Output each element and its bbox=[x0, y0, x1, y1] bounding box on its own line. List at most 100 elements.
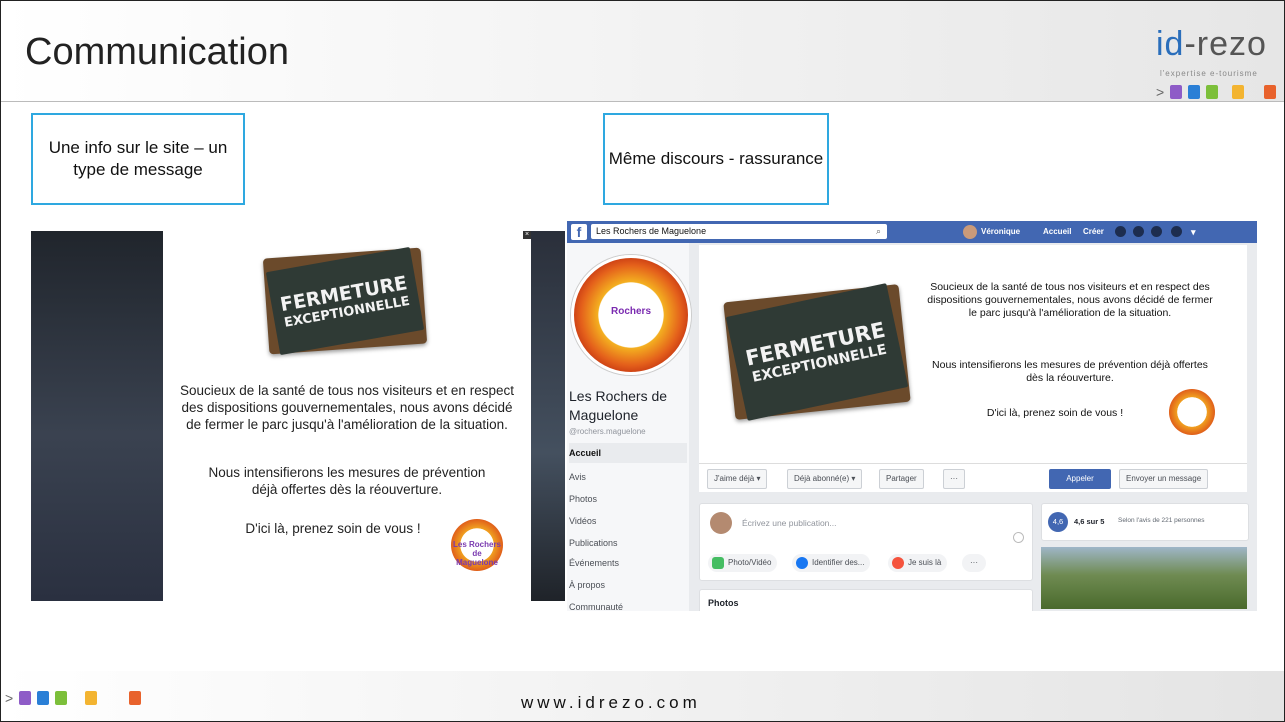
sidebar-item-a-propos[interactable]: À propos bbox=[569, 575, 687, 595]
badge-text: Les Rochers de Maguelone bbox=[452, 539, 502, 567]
cover-closing: D'ici là, prenez soin de vous ! bbox=[986, 407, 1124, 419]
slide-title: Communication bbox=[25, 31, 289, 73]
nav-create[interactable]: Créer bbox=[1083, 221, 1104, 243]
callout-right: Même discours - rassurance bbox=[603, 113, 829, 205]
check-in-label: Je suis là bbox=[908, 558, 942, 567]
cover-chalkboard-surface: FERMETURE EXCEPTIONNELLE bbox=[725, 283, 909, 421]
square-purple-icon bbox=[1170, 85, 1183, 99]
profile-badge-text: Rochers bbox=[610, 306, 651, 317]
chevron-down-icon[interactable]: ▾ bbox=[1191, 221, 1196, 243]
logo-brand-b: -rezo bbox=[1184, 25, 1267, 63]
website-background-right bbox=[531, 231, 565, 601]
share-button[interactable]: Partager bbox=[879, 469, 924, 489]
check-in-button[interactable]: Je suis là bbox=[888, 554, 948, 572]
tag-people-label: Identifier des... bbox=[812, 558, 865, 567]
rating-card[interactable]: 4,6 4,6 sur 5 Selon l'avis de 221 person… bbox=[1041, 503, 1249, 541]
cover-photo[interactable]: FERMETURE EXCEPTIONNELLE Soucieux de la … bbox=[699, 245, 1247, 463]
like-button[interactable]: J'aime déjà ▾ bbox=[707, 469, 768, 489]
idrezo-logo: id-rezo l'expertise e-tourisme > bbox=[1156, 25, 1284, 105]
sidebar-item-publications[interactable]: Publications bbox=[569, 533, 687, 553]
logo-squares: > bbox=[1156, 84, 1277, 100]
follow-button[interactable]: Déjà abonné(e) ▾ bbox=[787, 469, 863, 489]
send-message-button[interactable]: Envoyer un message bbox=[1119, 469, 1209, 489]
sidebar-item-photos[interactable]: Photos bbox=[569, 489, 687, 509]
composer-card: Écrivez une publication... Photo/Vidéo I… bbox=[699, 503, 1033, 581]
search-icon[interactable]: ⌕ bbox=[876, 224, 881, 239]
facebook-top-bar: f Les Rochers de Maguelone ⌕ Véronique A… bbox=[567, 221, 1257, 243]
help-icon[interactable] bbox=[1171, 226, 1182, 237]
square-green-icon bbox=[55, 691, 68, 705]
website-background-left bbox=[31, 231, 163, 601]
tag-people-icon bbox=[796, 557, 808, 569]
footer-url[interactable]: www.idrezo.com bbox=[521, 693, 701, 713]
logo-wordmark: id-rezo bbox=[1156, 25, 1267, 64]
footer-squares: > bbox=[5, 690, 142, 706]
photo-video-button[interactable]: Photo/Vidéo bbox=[708, 554, 778, 572]
composer-more-button[interactable]: ··· bbox=[962, 554, 986, 572]
page-handle[interactable]: @rochers.maguelone bbox=[569, 427, 646, 436]
rating-score-badge: 4,6 bbox=[1048, 512, 1068, 532]
closure-popup: × FERMETURE EXCEPTIONNELLE Soucieux de l… bbox=[163, 231, 531, 601]
more-actions-button[interactable]: ··· bbox=[943, 469, 965, 489]
search-value: Les Rochers de Maguelone bbox=[596, 226, 707, 236]
page-name[interactable]: Les Rochers de Maguelone bbox=[569, 387, 689, 425]
tag-people-button[interactable]: Identifier des... bbox=[792, 554, 871, 572]
landscape-photo[interactable] bbox=[1041, 547, 1247, 609]
square-green-icon bbox=[1206, 85, 1219, 99]
sidebar-item-avis[interactable]: Avis bbox=[569, 467, 687, 487]
popup-paragraph-2: Nous intensifierons les mesures de préve… bbox=[208, 465, 486, 497]
cover-chalkboard-image: FERMETURE EXCEPTIONNELLE bbox=[723, 283, 911, 421]
photo-video-label: Photo/Vidéo bbox=[728, 558, 772, 567]
photos-card: Photos bbox=[699, 589, 1033, 611]
facebook-logo-icon[interactable]: f bbox=[571, 224, 587, 240]
slide: Communication id-rezo l'expertise e-tour… bbox=[0, 0, 1285, 722]
facebook-screenshot: f Les Rochers de Maguelone ⌕ Véronique A… bbox=[567, 221, 1257, 611]
cover-badge-logo bbox=[1169, 389, 1215, 435]
photos-heading: Photos bbox=[708, 598, 739, 608]
chalkboard-surface: FERMETURE EXCEPTIONNELLE bbox=[265, 246, 425, 356]
cover-paragraph-2: Nous intensifierons les mesures de préve… bbox=[932, 359, 1208, 385]
page-profile-picture[interactable]: Rochers bbox=[571, 255, 691, 375]
square-purple-icon bbox=[19, 691, 32, 705]
cover-paragraph-1: Soucieux de la santé de tous nos visiteu… bbox=[927, 281, 1213, 320]
popup-paragraph-1: Soucieux de la santé de tous nos visiteu… bbox=[180, 383, 514, 432]
chevron-right-icon: > bbox=[1156, 84, 1165, 100]
logo-brand-a: id bbox=[1156, 25, 1185, 63]
rating-detail: Selon l'avis de 221 personnes bbox=[1118, 517, 1205, 524]
rochers-badge-logo: Les Rochers de Maguelone bbox=[451, 519, 503, 571]
website-screenshot: × FERMETURE EXCEPTIONNELLE Soucieux de l… bbox=[31, 231, 565, 601]
facebook-search-input[interactable]: Les Rochers de Maguelone ⌕ bbox=[591, 224, 887, 239]
callout-left: Une info sur le site – un type de messag… bbox=[31, 113, 245, 205]
popup-closing: D'ici là, prenez soin de vous ! bbox=[245, 521, 421, 536]
square-orange-icon bbox=[129, 691, 142, 705]
square-blue-icon bbox=[37, 691, 50, 705]
slide-header: Communication id-rezo l'expertise e-tour… bbox=[1, 1, 1284, 102]
composer-input[interactable]: Écrivez une publication... bbox=[742, 518, 837, 528]
friends-icon[interactable] bbox=[1115, 226, 1126, 237]
composer-avatar bbox=[710, 512, 732, 534]
chalkboard-image: FERMETURE EXCEPTIONNELLE bbox=[262, 246, 428, 356]
sidebar-item-evenements[interactable]: Événements bbox=[569, 553, 687, 573]
notifications-icon[interactable] bbox=[1151, 226, 1162, 237]
square-blue-icon bbox=[1188, 85, 1201, 99]
sidebar-item-accueil[interactable]: Accueil bbox=[569, 443, 687, 463]
call-button[interactable]: Appeler bbox=[1049, 469, 1111, 489]
photo-icon bbox=[712, 557, 724, 569]
nav-user-name[interactable]: Véronique bbox=[981, 221, 1020, 243]
chevron-right-icon: > bbox=[5, 690, 14, 706]
page-action-bar: J'aime déjà ▾ Déjà abonné(e) ▾ Partager … bbox=[699, 463, 1247, 492]
sidebar-item-videos[interactable]: Vidéos bbox=[569, 511, 687, 531]
sidebar-item-communaute[interactable]: Communauté bbox=[569, 597, 687, 611]
rating-label: 4,6 sur 5 bbox=[1074, 517, 1105, 526]
close-icon[interactable]: × bbox=[523, 231, 531, 239]
square-orange-icon bbox=[1264, 85, 1277, 99]
square-yellow-icon bbox=[85, 691, 98, 705]
slide-footer: > www.idrezo.com bbox=[1, 671, 1284, 721]
nav-home[interactable]: Accueil bbox=[1043, 221, 1071, 243]
user-avatar[interactable] bbox=[963, 225, 977, 239]
logo-tagline: l'expertise e-tourisme bbox=[1160, 69, 1258, 78]
square-yellow-icon bbox=[1232, 85, 1245, 99]
page-sidebar: Rochers Les Rochers de Maguelone @rocher… bbox=[567, 243, 691, 611]
messenger-icon[interactable] bbox=[1133, 226, 1144, 237]
emoji-icon[interactable] bbox=[1013, 532, 1024, 543]
